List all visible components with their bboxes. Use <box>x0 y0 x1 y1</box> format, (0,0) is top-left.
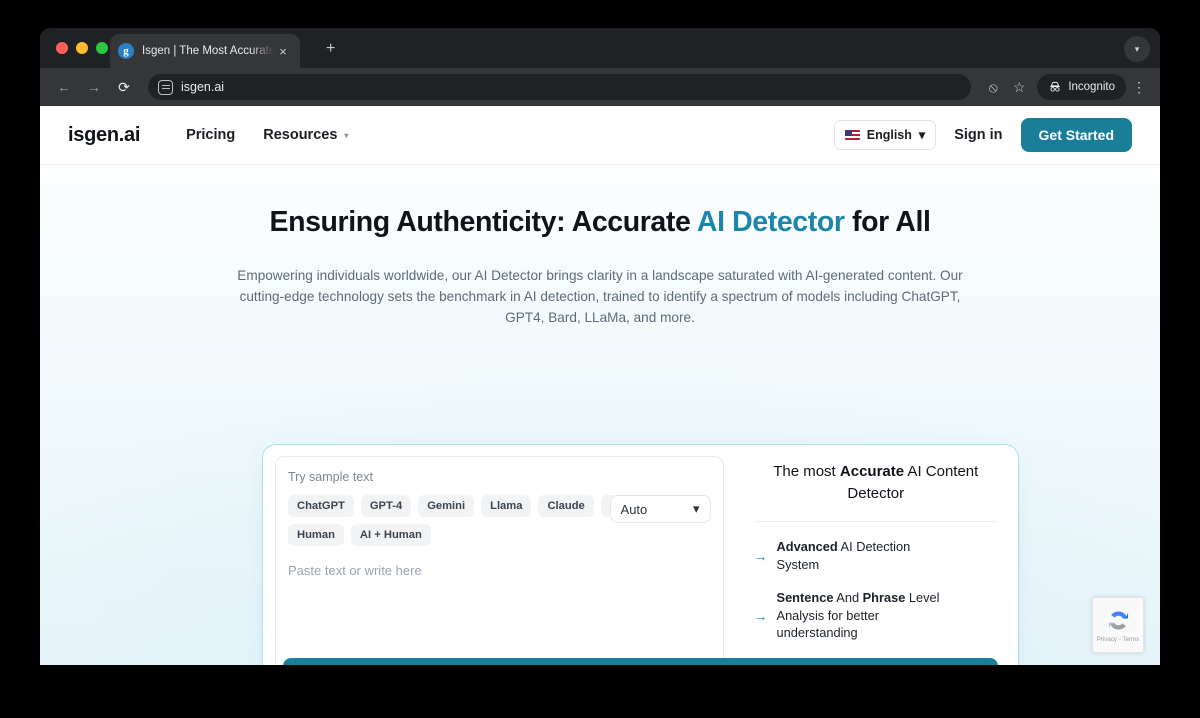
site-logo[interactable]: isgen.ai <box>68 124 140 147</box>
feature-bold-1: Sentence <box>776 590 834 606</box>
nav-item-pricing[interactable]: Pricing <box>186 127 235 143</box>
tab-strip: g Isgen | The Most Accurate Fre × + ▾ <box>40 28 1160 68</box>
reload-icon[interactable]: ⟳ <box>110 73 138 101</box>
new-tab-icon[interactable]: + <box>326 41 335 57</box>
header-actions: English ▾ Sign in Get Started <box>833 118 1132 152</box>
detector-input-pane: Try sample text ChatGPT GPT-4 Gemini Lla… <box>263 445 736 665</box>
feature-bold-2: Phrase <box>862 590 906 606</box>
page-title-part1: Ensuring Authenticity: Accurate <box>269 206 697 238</box>
hero-section: Ensuring Authenticity: Accurate AI Detec… <box>40 165 1160 328</box>
maximize-window-button[interactable] <box>96 42 108 54</box>
address-bar[interactable]: isgen.ai <box>148 74 972 100</box>
info-panel-title-part1: The most <box>773 463 840 480</box>
nav-item-resources[interactable]: Resources ▾ <box>263 127 348 143</box>
sample-chip-claude[interactable]: Claude <box>538 495 594 517</box>
arrow-right-icon: → <box>753 547 768 564</box>
try-sample-label: Try sample text <box>288 470 373 484</box>
chevron-down-icon[interactable]: ▾ <box>1124 36 1150 62</box>
site-favicon-icon: g <box>118 43 134 59</box>
close-window-button[interactable] <box>56 42 68 54</box>
sample-chip-row: ChatGPT GPT-4 Gemini Llama Claude Mistra… <box>288 495 658 546</box>
language-label: English <box>866 128 912 142</box>
feature-bold-1: Advanced <box>776 539 838 554</box>
sample-chip-gemini[interactable]: Gemini <box>418 495 475 517</box>
recaptcha-logo-icon <box>1108 611 1128 630</box>
incognito-label: Incognito <box>1068 81 1115 93</box>
sample-chip-chatgpt[interactable]: ChatGPT <box>288 495 354 517</box>
feature-item-advanced: → Advanced AI Detection System <box>754 538 998 573</box>
browser-menu-icon[interactable]: ⋮ <box>1128 79 1150 96</box>
forward-icon[interactable]: → <box>80 73 108 101</box>
feature-item-sentence-phrase: → Sentence And Phrase Level Analysis for… <box>754 589 998 642</box>
minimize-window-button[interactable] <box>76 42 88 54</box>
sample-chip-area: ChatGPT GPT-4 Gemini Llama Claude Mistra… <box>288 495 711 546</box>
recaptcha-badge[interactable]: Privacy - Terms <box>1092 597 1144 653</box>
sample-chip-human[interactable]: Human <box>288 524 344 546</box>
bookmark-icon[interactable]: ☆ <box>1007 79 1031 96</box>
feature-text: Sentence And Phrase Level Analysis for b… <box>777 589 945 642</box>
stepper-icon: ▾ <box>693 501 700 517</box>
sample-chip-gpt4[interactable]: GPT-4 <box>360 495 412 517</box>
site-header: isgen.ai Pricing Resources ▾ English ▾ S… <box>40 106 1160 165</box>
get-started-button[interactable]: Get Started <box>1020 118 1132 152</box>
sample-chip-ai-human[interactable]: AI + Human <box>350 524 431 546</box>
page-title-part2: for All <box>844 206 931 238</box>
info-panel-title: The most Accurate AI Content Detector <box>754 461 998 505</box>
arrow-right-icon: → <box>753 607 768 624</box>
text-input-placeholder: Paste text or write here <box>288 563 422 578</box>
analyze-button[interactable] <box>283 658 998 665</box>
stepper-icon: ▾ <box>918 127 926 142</box>
divider <box>753 521 998 522</box>
nav-item-pricing-label: Pricing <box>186 127 236 143</box>
info-panel-title-bold: Accurate <box>839 463 905 480</box>
language-mode-value: Auto <box>620 501 648 517</box>
page-title: Ensuring Authenticity: Accurate AI Detec… <box>40 206 1160 239</box>
language-selector[interactable]: English ▾ <box>833 120 937 150</box>
back-icon[interactable]: ← <box>50 73 78 101</box>
window-controls[interactable] <box>56 42 108 54</box>
main-nav: Pricing Resources ▾ <box>186 127 348 143</box>
chevron-down-icon: ▾ <box>344 130 349 140</box>
close-tab-icon[interactable]: × <box>274 45 292 58</box>
incognito-hat-icon <box>1050 81 1061 92</box>
detector-info-pane: The most Accurate AI Content Detector → … <box>283 445 1018 665</box>
tune-icon[interactable] <box>158 79 173 95</box>
incognito-indicator[interactable]: Incognito <box>1037 74 1126 100</box>
tab-title: Isgen | The Most Accurate Fre <box>142 45 274 57</box>
text-input-box[interactable]: Try sample text ChatGPT GPT-4 Gemini Lla… <box>275 456 724 665</box>
us-flag-icon <box>844 130 860 140</box>
page-title-accent: AI Detector <box>696 206 845 238</box>
browser-window: g Isgen | The Most Accurate Fre × + ▾ ← … <box>40 28 1160 665</box>
language-mode-select[interactable]: Auto ▾ <box>609 495 711 523</box>
feature-mid-1: And <box>833 590 863 606</box>
sign-in-link[interactable]: Sign in <box>954 127 1002 143</box>
sample-chip-llama[interactable]: Llama <box>481 495 532 517</box>
hide-password-icon[interactable]: ⦸ <box>981 79 1005 96</box>
recaptcha-label: Privacy - Terms <box>1096 636 1140 643</box>
hero-paragraph: Empowering individuals worldwide, our AI… <box>237 268 963 325</box>
address-bar-url: isgen.ai <box>181 80 225 94</box>
page-viewport: isgen.ai Pricing Resources ▾ English ▾ S… <box>40 106 1160 665</box>
nav-item-resources-label: Resources <box>263 127 338 143</box>
browser-tab[interactable]: g Isgen | The Most Accurate Fre × <box>110 34 300 68</box>
feature-text: Advanced AI Detection System <box>777 538 945 573</box>
detector-card: Try sample text ChatGPT GPT-4 Gemini Lla… <box>262 444 1019 665</box>
browser-toolbar: ← → ⟳ isgen.ai ⦸ ☆ Incognito ⋮ <box>40 68 1160 106</box>
